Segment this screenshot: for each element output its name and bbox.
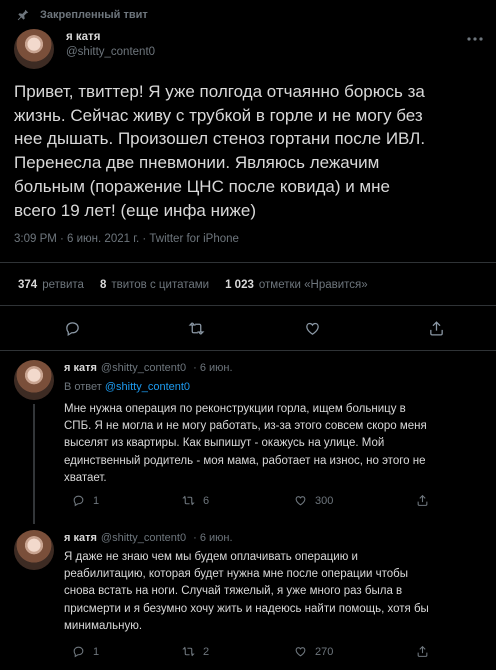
tweet-actions (0, 316, 496, 342)
pinned-label: Закрепленный твит (40, 9, 148, 21)
retweet-count: 6 (203, 494, 210, 507)
retweets-count: 374 (18, 279, 38, 291)
reply-to-line: В ответ @shitty_content0 (64, 381, 190, 393)
reply-icon (65, 321, 79, 336)
divider (0, 350, 496, 351)
heart-icon (305, 322, 319, 335)
like-count: 270 (315, 645, 334, 658)
author-name[interactable]: я катя (66, 31, 155, 43)
divider (0, 262, 496, 263)
retweet-icon (182, 646, 195, 657)
reply-author-handle[interactable]: @shitty_content0 (101, 362, 186, 374)
heart-icon (295, 496, 306, 506)
retweet-icon (188, 321, 204, 335)
retweets-label: ретвита (42, 279, 84, 291)
likes-stat[interactable]: 1 023 отметки «Нравится» (225, 279, 368, 291)
avatar[interactable] (14, 29, 54, 69)
quotes-stat[interactable]: 8 твитов с цитатами (100, 279, 209, 291)
tweet-meta: 3:09 PM · 6 июн. 2021 г. · Twitter for i… (14, 233, 239, 245)
quotes-label: твитов с цитатами (111, 279, 210, 291)
reply-avatar[interactable] (14, 360, 54, 400)
reply-avatar[interactable] (14, 530, 54, 570)
like-button[interactable] (300, 316, 324, 340)
share-icon (417, 494, 428, 506)
like-count: 300 (315, 494, 334, 507)
reply-count: 1 (93, 494, 100, 507)
reply-share-button[interactable] (416, 494, 437, 507)
likes-count: 1 023 (225, 279, 254, 291)
reply-like-button[interactable]: 300 (294, 494, 333, 507)
reply-text: Я даже не знаю чем мы будем оплачивать о… (64, 551, 429, 632)
reply-header: я катя @shitty_content0 · 6 июн. (64, 532, 233, 544)
reply-author-name[interactable]: я катя (64, 362, 97, 374)
pin-icon (17, 9, 29, 21)
more-options-icon[interactable] (466, 34, 484, 44)
reply-text: Мне нужна операция по реконструкции горл… (64, 403, 427, 484)
reply-like-button[interactable]: 270 (294, 645, 333, 658)
reply-icon (73, 646, 84, 658)
author-block[interactable]: я катя @shitty_content0 (66, 31, 155, 58)
retweet-button[interactable] (184, 316, 208, 340)
author-handle[interactable]: @shitty_content0 (66, 46, 155, 58)
pinned-tweet-indicator: Закрепленный твит (16, 7, 148, 23)
divider (0, 305, 496, 306)
reply-count: 1 (93, 645, 100, 658)
reply-retweet-button[interactable]: 6 (182, 494, 209, 507)
reply-to-prefix: В ответ (64, 381, 102, 393)
reply-reply-button[interactable]: 1 (72, 494, 99, 507)
reply-date[interactable]: · 6 июн. (193, 362, 232, 374)
reply-share-button[interactable] (416, 645, 437, 658)
tweet-text: Привет, твиттер! Я уже полгода отчаянно … (14, 82, 426, 220)
reply-author-name[interactable]: я катя (64, 532, 97, 544)
thread-connector (33, 404, 35, 524)
retweets-stat[interactable]: 374 ретвита (18, 279, 84, 291)
likes-label: отметки «Нравится» (258, 279, 368, 291)
reply-retweet-button[interactable]: 2 (182, 645, 209, 658)
quotes-count: 8 (99, 279, 107, 291)
share-button[interactable] (424, 316, 448, 340)
retweet-icon (182, 495, 195, 506)
heart-icon (295, 647, 306, 657)
reply-button[interactable] (60, 316, 84, 340)
reply-reply-button[interactable]: 1 (72, 645, 99, 658)
engagement-stats: 374 ретвита 8 твитов с цитатами 1 023 отмет… (18, 279, 368, 291)
share-icon (429, 320, 443, 336)
reply-date[interactable]: · 6 июн. (193, 532, 232, 544)
reply-icon (73, 495, 84, 507)
reply-to-mention[interactable]: @shitty_content0 (105, 381, 190, 393)
reply-header: я катя @shitty_content0 · 6 июн. (64, 362, 233, 374)
reply-author-handle[interactable]: @shitty_content0 (101, 532, 186, 544)
share-icon (417, 645, 428, 657)
retweet-count: 2 (203, 645, 210, 658)
